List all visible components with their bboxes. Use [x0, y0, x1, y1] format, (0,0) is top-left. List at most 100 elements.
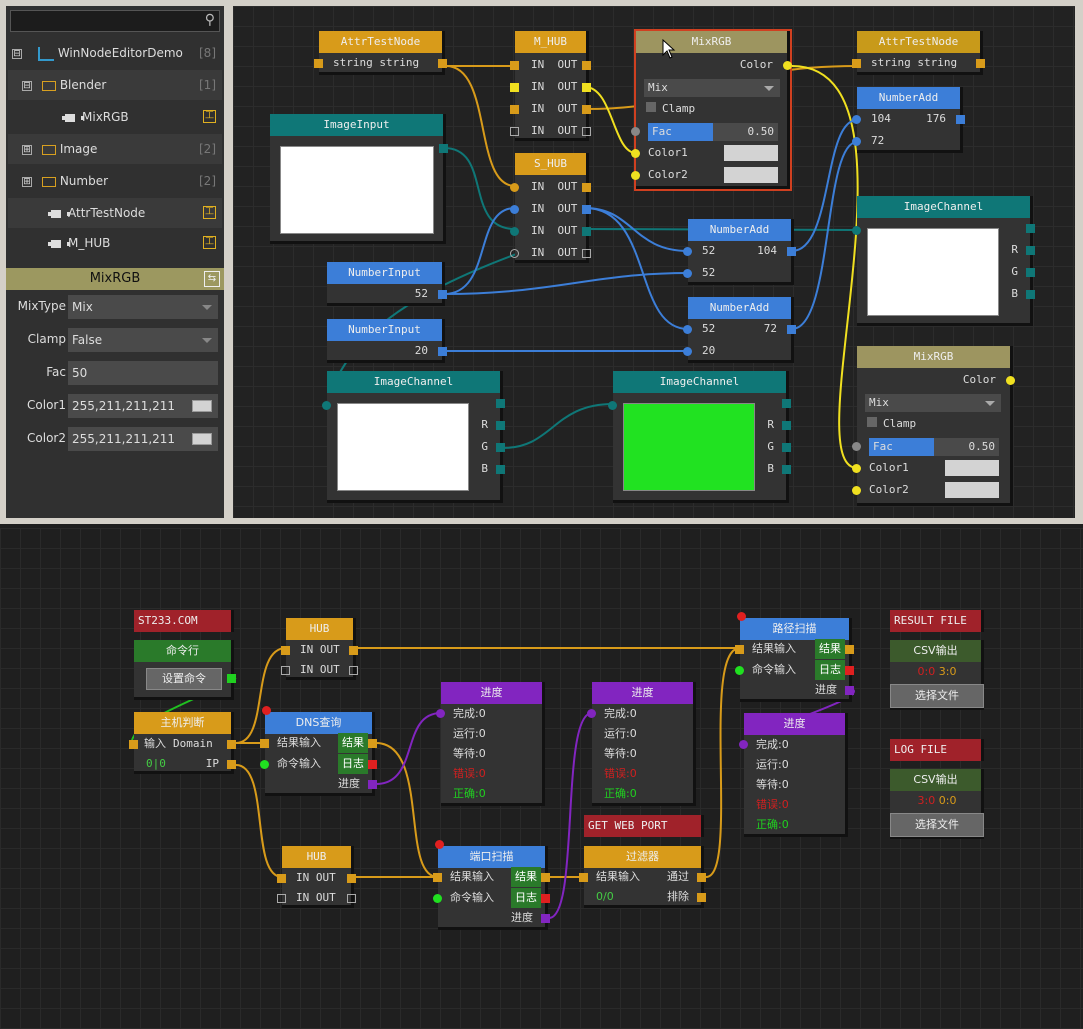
node-numberadd-1[interactable]: NumberAdd 104 176 72 [852, 87, 965, 153]
node-hub-2[interactable]: HUB IN OUT IN OUT [277, 846, 356, 908]
node-numberadd-3[interactable]: NumberAdd 52 72 20 [683, 297, 796, 363]
output-port[interactable] [541, 873, 550, 882]
search-input[interactable]: ⚲ [10, 10, 220, 32]
input-port[interactable] [510, 105, 519, 114]
node-path-scan[interactable]: 路径扫描 结果输入 结果 命令输入 日志 进度 [735, 612, 854, 702]
node-mixrgb-2[interactable]: MixRGB Color Mix Clamp Fac 0.50 Color1 Co… [852, 346, 1015, 506]
input-port[interactable] [510, 83, 519, 92]
input-port[interactable] [631, 171, 640, 180]
input-port[interactable] [852, 115, 861, 124]
input-port[interactable] [735, 666, 744, 675]
input-port[interactable] [852, 226, 861, 235]
input-port[interactable] [260, 739, 269, 748]
output-port[interactable] [1026, 246, 1035, 255]
output-port[interactable] [227, 760, 236, 769]
input-port[interactable] [587, 709, 596, 718]
output-port[interactable] [349, 646, 358, 655]
node-attrtest-1[interactable]: AttrTestNode string string [314, 31, 447, 75]
output-port[interactable] [782, 399, 791, 408]
output-port[interactable] [347, 874, 356, 883]
output-port[interactable] [697, 893, 706, 902]
output-port[interactable] [582, 105, 591, 114]
output-port[interactable] [368, 760, 377, 769]
input-port[interactable] [608, 401, 617, 410]
input-port[interactable] [260, 760, 269, 769]
input-port[interactable] [631, 149, 640, 158]
color2-swatch[interactable] [945, 482, 999, 498]
output-port[interactable] [582, 183, 591, 192]
tree-item-mhub[interactable]: M_HUB 工 [8, 228, 222, 258]
node-imageinput[interactable]: ImageInput [270, 114, 448, 244]
fac-slider[interactable]: Fac 0.50 [648, 123, 778, 141]
output-port[interactable] [496, 421, 505, 430]
output-port[interactable] [1026, 224, 1035, 233]
node-imagechannel-2[interactable]: ImageChannel R G B [322, 371, 505, 503]
output-port[interactable] [227, 740, 236, 749]
output-port[interactable] [782, 465, 791, 474]
input-port[interactable] [739, 740, 748, 749]
output-port[interactable] [1026, 268, 1035, 277]
output-port[interactable] [496, 443, 505, 452]
input-port[interactable] [683, 269, 692, 278]
output-port[interactable] [582, 127, 591, 136]
mix-select[interactable]: Mix [644, 79, 780, 97]
node-progress-1[interactable]: 进度 完成:0 运行:0 等待:0 错误:0 正确:0 [436, 682, 545, 806]
output-port[interactable] [438, 59, 447, 68]
output-port[interactable] [227, 674, 236, 683]
mix-select[interactable]: Mix [865, 394, 1001, 412]
mixtype-select[interactable]: Mix [68, 295, 218, 319]
output-port[interactable] [496, 465, 505, 474]
output-port[interactable] [782, 443, 791, 452]
input-port[interactable] [852, 59, 861, 68]
select-file-button[interactable]: 选择文件 [890, 684, 984, 708]
input-port[interactable] [510, 127, 519, 136]
output-port[interactable] [496, 399, 505, 408]
tree-item-number[interactable]: ⊞ Number [2] [8, 166, 222, 196]
collapse-icon[interactable]: ⊟ [22, 80, 32, 91]
input-port[interactable] [579, 873, 588, 882]
input-port[interactable] [510, 249, 519, 258]
expand-icon[interactable]: ⊞ [22, 144, 32, 155]
input-port[interactable] [129, 740, 138, 749]
node-shub[interactable]: S_HUB IN OUT IN OUT IN OUT IN OUT [510, 153, 591, 263]
clamp-select[interactable]: False [68, 328, 218, 352]
input-port[interactable] [510, 227, 519, 236]
color1-input[interactable]: 255,211,211,211 [68, 394, 218, 418]
tree-item-attrtestnode[interactable]: AttrTestNode 工 [8, 198, 222, 228]
color-swatch[interactable] [192, 400, 212, 412]
input-port[interactable] [683, 347, 692, 356]
output-port[interactable] [782, 421, 791, 430]
sort-icon[interactable]: ⇆ [204, 271, 220, 287]
input-port[interactable] [852, 486, 861, 495]
label-result-file[interactable]: RESULT FILE [890, 610, 984, 632]
output-port[interactable] [845, 666, 854, 675]
input-port[interactable] [281, 646, 290, 655]
color1-swatch[interactable] [945, 460, 999, 476]
node-progress-2[interactable]: 进度 完成:0 运行:0 等待:0 错误:0 正确:0 [587, 682, 696, 806]
node-dns-query[interactable]: DNS查询 结果输入 结果 命令输入 日志 进度 [260, 706, 377, 796]
output-port[interactable] [541, 914, 550, 923]
input-port[interactable] [433, 894, 442, 903]
input-port[interactable] [735, 645, 744, 654]
node-command-line[interactable]: 命令行 设置命令 [134, 640, 236, 700]
tree-item-image[interactable]: ⊞ Image [2] [8, 134, 222, 164]
output-port[interactable] [541, 894, 550, 903]
output-port[interactable] [783, 61, 792, 70]
output-port[interactable] [582, 249, 591, 258]
node-canvas-bottom[interactable]: ST233.COM 命令行 设置命令 主机判断 输入 Domain 0|0 IP… [0, 528, 1083, 1029]
input-port[interactable] [852, 442, 861, 451]
label-st233[interactable]: ST233.COM [134, 610, 234, 632]
node-port-scan[interactable]: 端口扫描 结果输入 结果 命令输入 日志 进度 [433, 840, 550, 930]
fac-input[interactable]: 50 [68, 361, 218, 385]
node-numberinput-2[interactable]: NumberInput 20 [327, 319, 447, 363]
output-port[interactable] [368, 780, 377, 789]
output-port[interactable] [697, 873, 706, 882]
input-port[interactable] [510, 183, 519, 192]
output-port[interactable] [845, 645, 854, 654]
tree-item-mixrgb[interactable]: MixRGB 工 [8, 102, 222, 132]
node-filter[interactable]: 过滤器 结果输入 通过 0/0 排除 [579, 846, 706, 908]
color1-swatch[interactable] [724, 145, 778, 161]
output-port[interactable] [582, 61, 591, 70]
color2-input[interactable]: 255,211,211,211 [68, 427, 218, 451]
node-imagechannel-3[interactable]: ImageChannel R G B [608, 371, 791, 503]
